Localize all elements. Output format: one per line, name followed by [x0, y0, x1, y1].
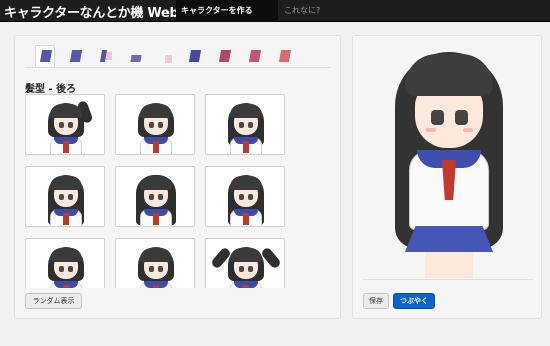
character-preview — [363, 44, 533, 280]
hair-option-long-straight[interactable] — [25, 166, 105, 227]
character-thumbnail — [136, 173, 176, 226]
hair-option-medium[interactable] — [205, 94, 285, 155]
app-brand[interactable]: キャラクターなんとか機 Web版 — [4, 2, 192, 21]
nav-create-character[interactable]: キャラクターを作る — [176, 0, 278, 22]
hair-option-short-3[interactable] — [115, 238, 195, 288]
character-thumbnail — [226, 101, 266, 154]
parts-editor-panel: 髪型 - 後ろ ランダム表示 — [14, 35, 341, 319]
character-image — [391, 48, 507, 278]
tab-clothes-part-icon[interactable] — [126, 46, 146, 65]
tab-face-part-icon[interactable] — [96, 46, 116, 65]
hair-option-twintail[interactable] — [205, 238, 285, 288]
random-display-button[interactable]: ランダム表示 — [25, 293, 82, 309]
parts-tab-bar — [25, 44, 330, 68]
nav-about[interactable]: これなに? — [284, 0, 320, 22]
tweet-button[interactable]: つぶやく — [393, 293, 435, 309]
tab-eyebrow-part-icon[interactable] — [156, 46, 176, 65]
tab-eye-highlight-part-icon[interactable] — [215, 46, 235, 65]
tab-hair-front-part-icon[interactable] — [66, 46, 86, 65]
save-button[interactable]: 保存 — [363, 293, 389, 309]
character-thumbnail — [210, 245, 282, 288]
tab-hair-back-part-icon[interactable] — [35, 45, 55, 67]
character-thumbnail — [46, 99, 94, 154]
tab-eye-part-icon[interactable] — [185, 46, 205, 65]
character-thumbnail — [136, 101, 176, 154]
character-thumbnail — [226, 173, 266, 226]
hair-option-grid — [25, 94, 325, 288]
hair-option-short[interactable] — [115, 94, 195, 155]
hair-option-long-tips[interactable] — [115, 166, 195, 227]
character-thumbnail — [136, 245, 176, 288]
section-title: 髪型 - 後ろ — [25, 84, 77, 95]
character-preview-panel: 保存 つぶやく — [352, 35, 542, 319]
tab-accessory-part-icon[interactable] — [275, 46, 295, 65]
hair-option-long[interactable] — [205, 166, 285, 227]
hair-option-short-2[interactable] — [25, 238, 105, 288]
hair-option-side-ponytail[interactable] — [25, 94, 105, 155]
tab-mouth-part-icon[interactable] — [245, 46, 265, 65]
top-navbar: キャラクターなんとか機 Web版 キャラクターを作る これなに? — [0, 0, 550, 22]
character-thumbnail — [46, 245, 86, 288]
character-thumbnail — [46, 173, 86, 226]
